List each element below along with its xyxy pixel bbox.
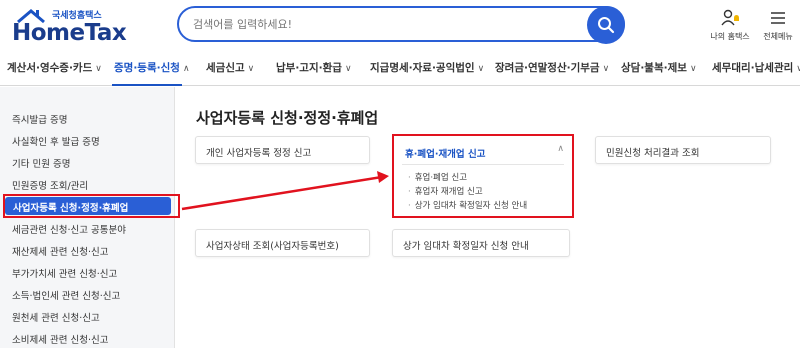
annotation-arrow	[181, 171, 389, 211]
